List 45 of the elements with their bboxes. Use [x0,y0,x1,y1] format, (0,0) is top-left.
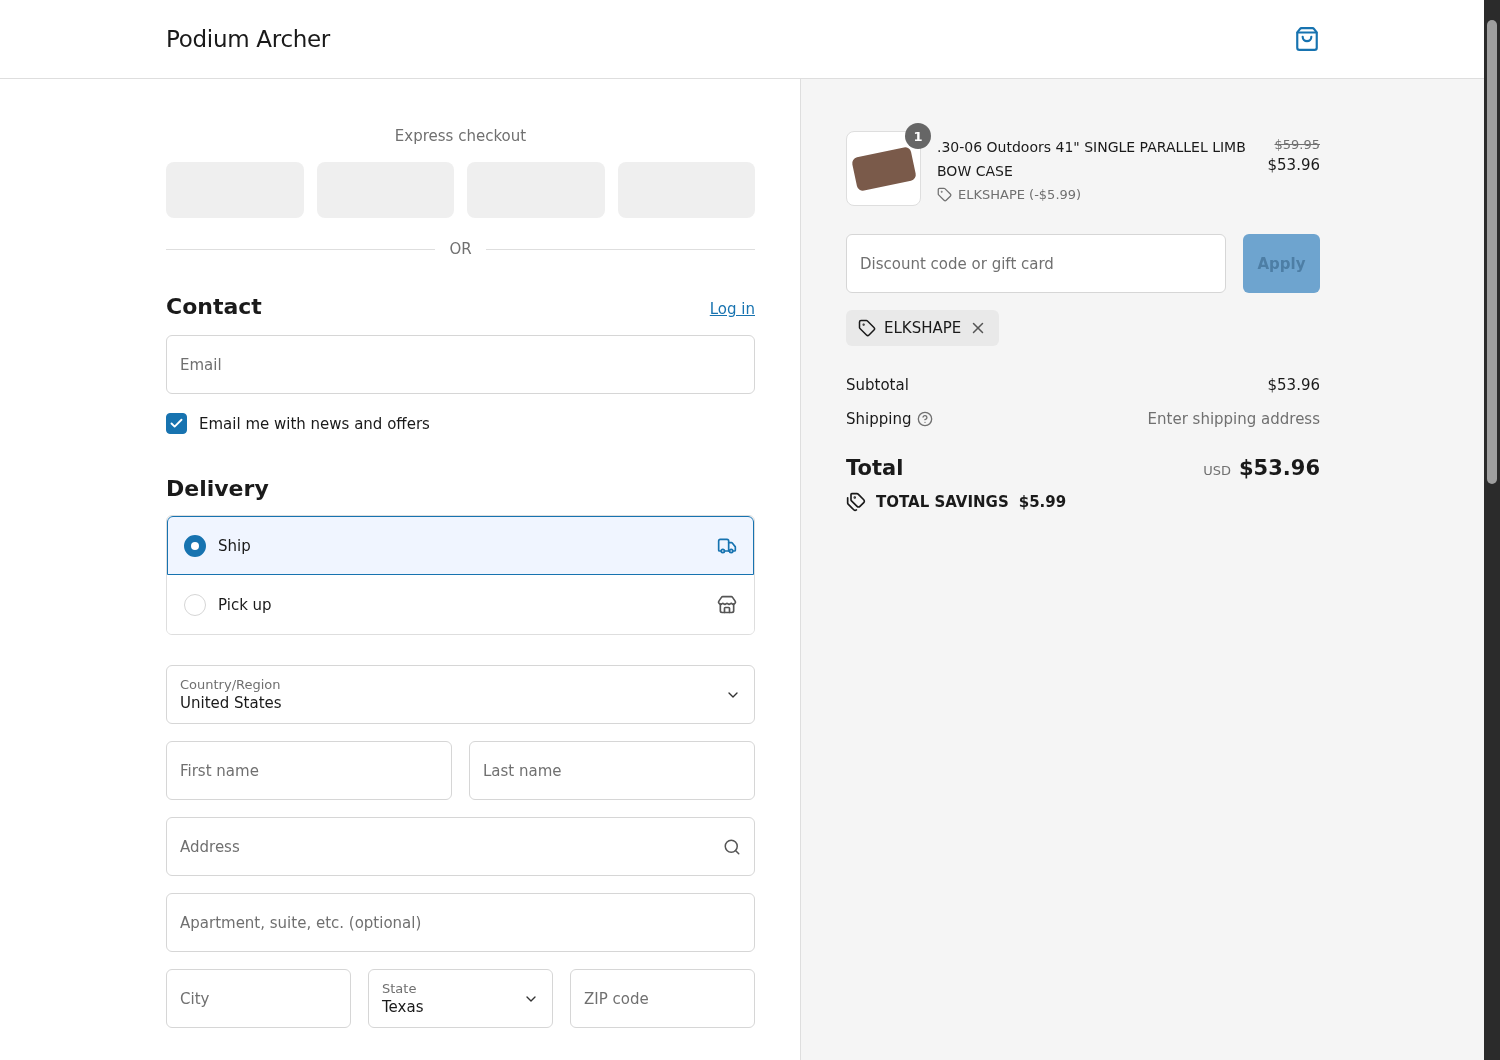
store-icon [717,594,737,615]
country-select[interactable]: Country/Region United States [166,665,755,724]
item-discount: ELKSHAPE (-$5.99) [958,187,1082,202]
total-savings-label: TOTAL SAVINGS [876,493,1009,511]
tag-icon [858,319,876,337]
shipping-value: Enter shipping address [1147,410,1320,428]
store-name: Podium Archer [166,26,331,52]
log-in-link[interactable]: Log in [709,300,755,318]
apartment-field[interactable]: Apartment, suite, etc. (optional) [166,893,755,952]
currency-code: USD [1203,463,1231,478]
total-value: $53.96 [1238,456,1320,480]
scrollbar[interactable] [1484,0,1500,1060]
delivery-heading: Delivery [166,476,269,501]
checkbox-label: Email me with news and offers [199,414,430,433]
quantity-badge: 1 [905,123,931,149]
tag-icon [937,187,952,202]
address-field[interactable]: Address [166,817,755,876]
city-field[interactable]: City [166,969,351,1028]
check-icon [169,416,184,431]
subtotal-value: $53.96 [1267,376,1320,394]
total-label: Total [846,456,904,480]
original-price: $59.95 [1274,137,1320,152]
shipping-label: Shipping [846,410,912,428]
product-name: .30-06 Outdoors 41" SINGLE PARALLEL LIMB BOW CASE [937,138,1247,181]
total-savings-value: $5.99 [1018,493,1067,511]
shopping-bag-icon[interactable] [1294,26,1320,52]
discount-code-field[interactable]: Discount code or gift card [846,234,1226,293]
tags-icon [846,492,866,512]
scrollbar-thumb[interactable] [1487,20,1497,484]
or-divider-text: OR [449,240,472,258]
delivery-option[interactable]: Ship [167,516,754,575]
last-name-field[interactable]: Last name [469,741,755,800]
express-checkout-label: Express checkout [393,127,528,145]
search-icon [723,837,741,856]
applied-code: ELKSHAPE [884,319,962,337]
contact-heading: Contact [166,294,262,319]
radio-button[interactable] [184,534,206,557]
zip-code-field[interactable]: ZIP code [570,969,755,1028]
email-field[interactable]: Email [166,335,755,394]
item-price: $53.96 [1267,156,1320,174]
state-select[interactable]: State Texas [368,969,553,1028]
first-name-field[interactable]: First name [166,741,452,800]
help-icon[interactable] [917,411,934,427]
checkbox[interactable] [166,413,187,434]
subtotal-label: Subtotal [846,376,909,394]
